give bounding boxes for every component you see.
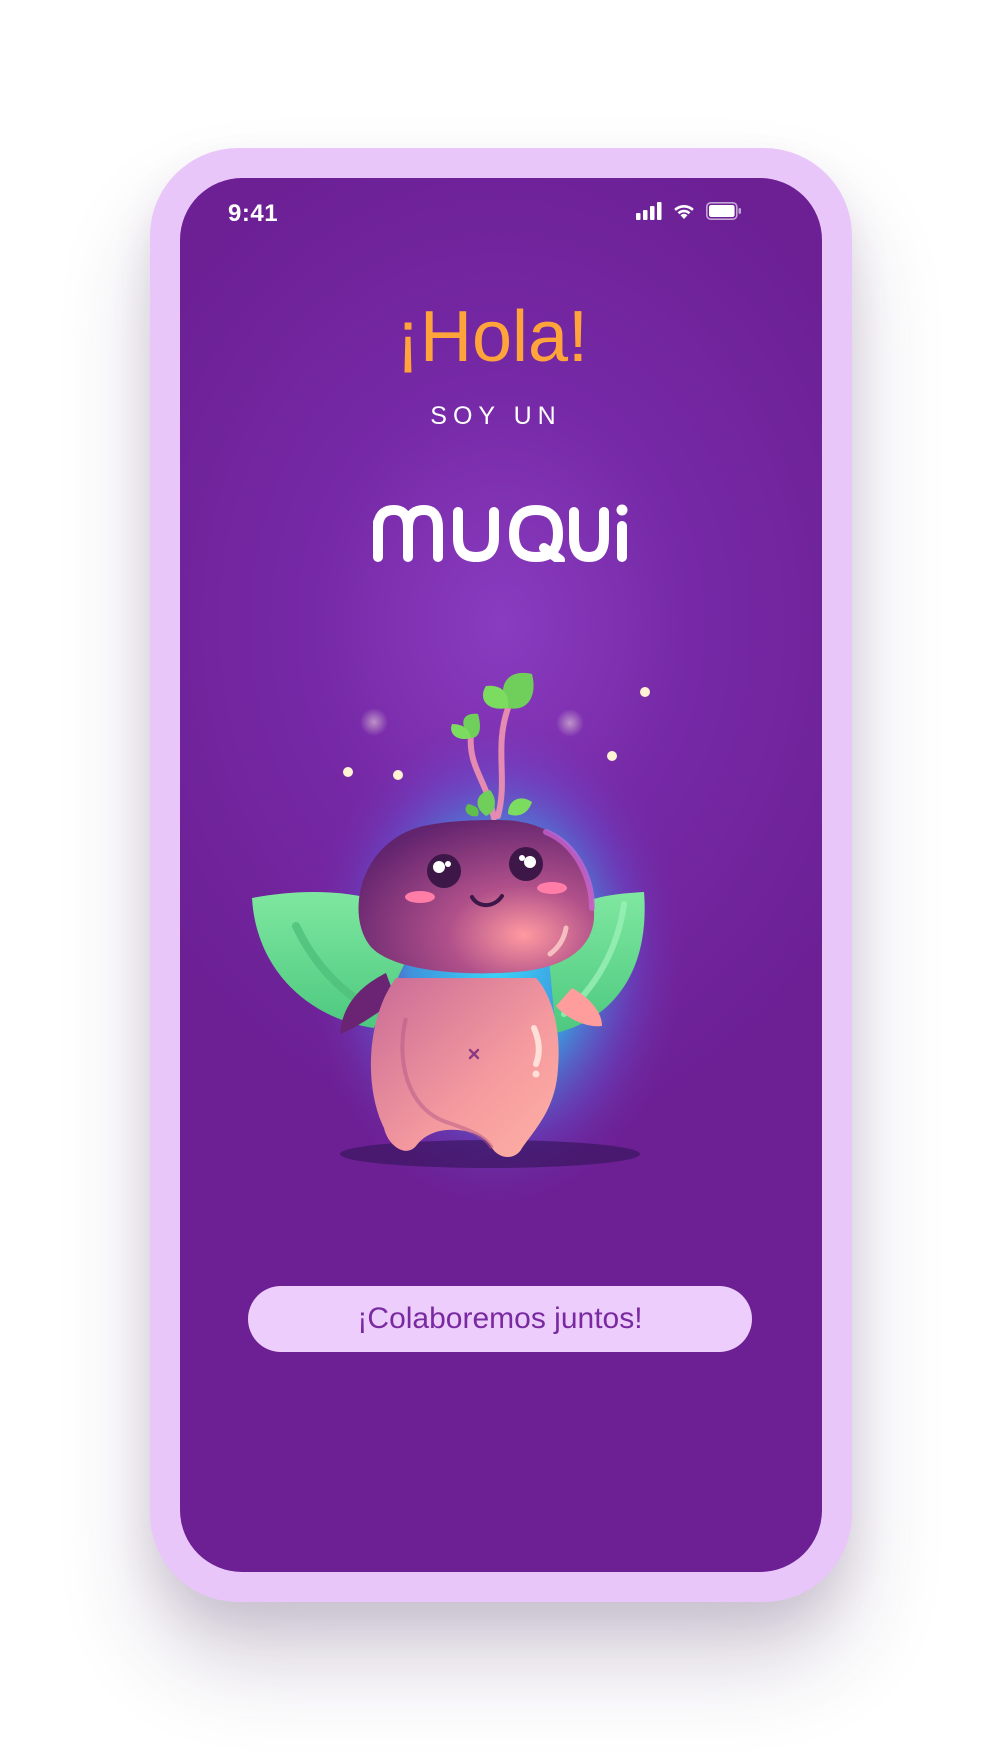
battery-icon	[706, 202, 741, 220]
page-background: 9:41 ¡Hola! SOY UN ¡Colaboremos juntos!	[0, 0, 1004, 1754]
greeting-heading: ¡Hola!	[395, 297, 589, 377]
subtitle: SOY UN	[430, 402, 562, 430]
status-time: 9:41	[228, 200, 279, 227]
welcome-screen: 9:41 ¡Hola! SOY UN ¡Colaboremos juntos!	[180, 178, 822, 1572]
status-icons	[636, 202, 742, 220]
phone-frame: 9:41 ¡Hola! SOY UN ¡Colaboremos juntos!	[150, 148, 852, 1602]
collaborate-button[interactable]: ¡Colaboremos juntos!	[248, 1286, 752, 1352]
cellular-signal-icon	[636, 202, 662, 220]
wifi-icon	[674, 204, 694, 219]
muqui-mascot-illustration	[252, 672, 686, 1208]
